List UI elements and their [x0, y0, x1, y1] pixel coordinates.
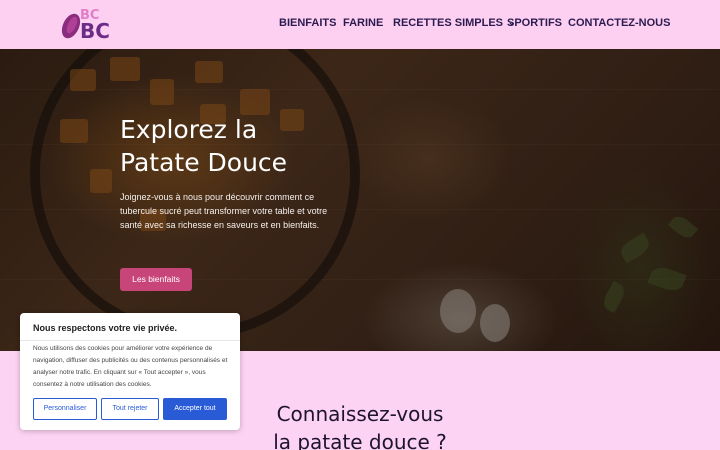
section-title-line-2: la patate douce ? [273, 430, 447, 450]
nav-item-sportifs[interactable]: SPORTIFS [507, 17, 562, 29]
nav-item-label: BIENFAITS [279, 17, 337, 29]
section-title-line-1: Connaissez-vous [276, 402, 444, 426]
accept-all-button[interactable]: Accepter tout [163, 398, 227, 420]
bienfaits-button[interactable]: Les bienfaits [120, 268, 192, 291]
hero-section: Explorez la Patate Douce Joignez-vous à … [0, 49, 720, 351]
hero-overlay [0, 49, 720, 351]
main-navigation: BIENFAITS FARINE RECETTES SIMPLES ⌄ SPORT… [0, 17, 720, 33]
cookie-description: Nous utilisons des cookies pour améliore… [33, 345, 228, 388]
nav-item-label: FARINE [343, 17, 384, 29]
hero-description: Joignez-vous à nous pour découvrir comme… [120, 192, 328, 230]
nav-item-farine[interactable]: FARINE [343, 17, 383, 29]
nav-item-label: CONTACTEZ-NOUS [568, 17, 671, 29]
nav-item-recettes-simples[interactable]: RECETTES SIMPLES ⌄ [393, 17, 516, 29]
hero-title-line-2: Patate Douce [120, 148, 288, 177]
hero-title-line-1: Explorez la [120, 115, 258, 144]
cookie-divider [20, 340, 240, 341]
nav-item-label: SPORTIFS [507, 17, 563, 29]
nav-item-bienfaits[interactable]: BIENFAITS [279, 17, 336, 29]
hero-title: Explorez la Patate Douce [120, 113, 380, 179]
section-title: Connaissez-vous la patate douce ? [240, 400, 480, 450]
nav-item-contactez-nous[interactable]: CONTACTEZ-NOUS [568, 17, 670, 29]
cookie-title: Nous respectons votre vie privée. [33, 323, 178, 333]
customize-cookies-button[interactable]: Personnaliser [33, 398, 97, 420]
reject-all-button[interactable]: Tout rejeter [101, 398, 159, 420]
cookie-consent-banner: Nous respectons votre vie privée. Nous u… [20, 313, 240, 430]
site-header: BC BC BIENFAITS FARINE RECETTES SIMPLES ⌄… [0, 0, 720, 49]
nav-item-label: RECETTES SIMPLES [393, 17, 504, 29]
